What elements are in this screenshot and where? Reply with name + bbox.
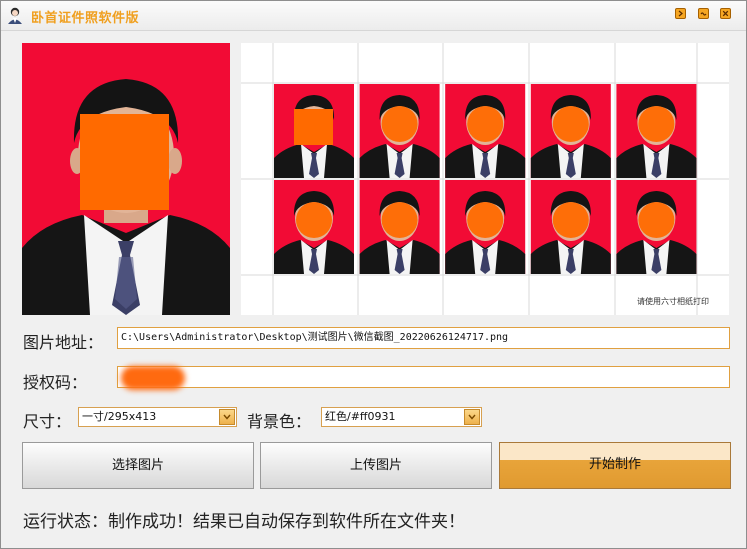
background-color-label: 背景色：: [247, 412, 312, 431]
redaction-mark: [121, 366, 185, 390]
print-sheet-preview: 请使用六寸相纸打印: [241, 43, 729, 315]
background-color-value: 红色/#ff0931: [325, 410, 396, 423]
path-field[interactable]: C:\Users\Administrator\Desktop\测试图片\微信截图…: [117, 327, 730, 349]
chevron-down-icon[interactable]: [464, 409, 480, 425]
size-select[interactable]: 一寸/295x413: [78, 407, 237, 427]
app-window: 卧首证件照软件版 请使用六寸相纸打印 图片地址： C:\Users\Admini…: [0, 0, 747, 549]
auth-code-field[interactable]: [117, 366, 730, 388]
portrait-image: [22, 43, 230, 315]
size-label: 尺寸：: [23, 412, 72, 431]
title-bar[interactable]: 卧首证件照软件版: [1, 1, 746, 31]
sheet-print-note: 请使用六寸相纸打印: [637, 297, 709, 306]
status-line: 运行状态：制作成功！结果已自动保存到软件所在文件夹！: [23, 507, 465, 532]
window-minimize-icon: [700, 12, 707, 16]
photo-thumbnail: [616, 180, 697, 274]
restore-button[interactable]: [675, 8, 686, 19]
start-button-label: 开始制作: [588, 457, 641, 472]
photo-thumbnail: [359, 180, 440, 274]
window-title: 卧首证件照软件版: [31, 11, 140, 26]
path-label: 图片地址：: [23, 333, 104, 352]
size-select-value: 一寸/295x413: [82, 410, 157, 423]
status-message: 制作成功！结果已自动保存到软件所在文件夹！: [108, 512, 465, 532]
photo-thumbnail: [530, 180, 611, 274]
photo-thumbnail: [616, 84, 697, 178]
background-color-select[interactable]: 红色/#ff0931: [321, 407, 482, 427]
photo-thumbnail: [530, 84, 611, 178]
photo-thumbnail: [359, 84, 440, 178]
upload-image-button[interactable]: 上传图片: [260, 442, 492, 489]
id-photo-preview: [22, 43, 230, 315]
auth-code-label: 授权码：: [23, 373, 88, 392]
photo-thumbnail: [445, 180, 526, 274]
photo-thumbnail: [445, 84, 526, 178]
minimize-button[interactable]: [698, 8, 709, 19]
start-button[interactable]: 开始制作: [499, 442, 731, 489]
select-image-button[interactable]: 选择图片: [22, 442, 254, 489]
user-avatar-icon: [8, 7, 22, 24]
chevron-down-icon[interactable]: [219, 409, 235, 425]
window-close-icon: [722, 10, 729, 17]
close-button[interactable]: [720, 8, 731, 19]
status-label: 运行状态：: [23, 512, 108, 532]
photo-thumbnail: [274, 180, 354, 274]
photo-grid: [241, 43, 729, 315]
window-restore-icon: [678, 10, 683, 17]
photo-thumbnail: [274, 84, 354, 178]
